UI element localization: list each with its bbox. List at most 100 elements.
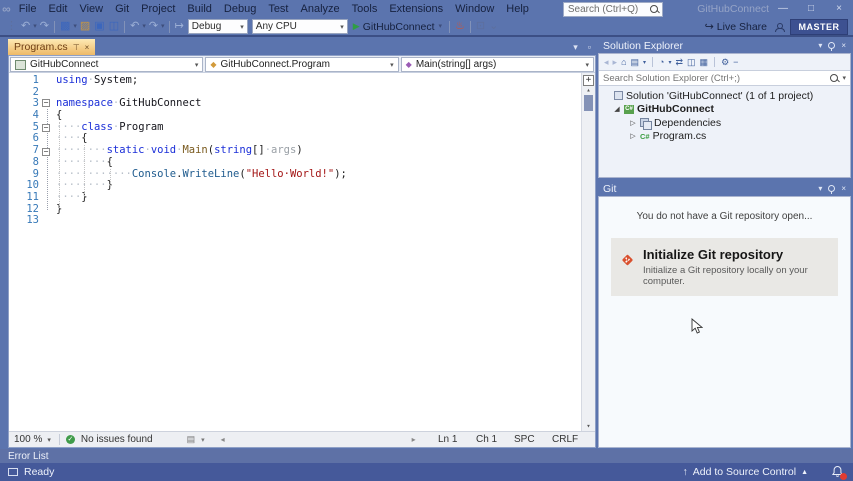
breadcrumb-dropdown[interactable]: GitHubConnect▾: [10, 57, 203, 72]
redo-icon[interactable]: ↷: [147, 18, 160, 35]
undo-icon[interactable]: ↶: [128, 18, 141, 35]
branch-master-button[interactable]: MASTER: [790, 19, 848, 35]
chevron-down-icon[interactable]: ▾: [201, 436, 205, 444]
home-icon[interactable]: ⌂: [621, 57, 626, 67]
menu-item-test[interactable]: Test: [262, 0, 294, 18]
pin-icon[interactable]: [828, 42, 835, 49]
collapse-all-icon[interactable]: −: [733, 57, 738, 67]
toolbar-overflow-icon[interactable]: ⌄: [487, 18, 500, 35]
scroll-up-icon[interactable]: ▴: [586, 86, 590, 95]
menu-item-extensions[interactable]: Extensions: [383, 0, 449, 18]
forward-icon[interactable]: ▸: [613, 57, 618, 68]
add-to-source-control-button[interactable]: Add to Source Control: [693, 466, 796, 478]
show-all-files-icon[interactable]: ▦: [700, 57, 709, 68]
navigate-forward-icon[interactable]: ↷: [38, 18, 51, 35]
menu-item-file[interactable]: File: [13, 0, 43, 18]
collapse-region-icon[interactable]: −: [42, 124, 50, 132]
scroll-down-icon[interactable]: ▾: [586, 422, 590, 431]
caret-icon[interactable]: ▾: [160, 18, 166, 35]
navigate-backward-icon[interactable]: ↶: [19, 18, 32, 35]
menu-item-git[interactable]: Git: [109, 0, 135, 18]
expander-collapsed-icon[interactable]: ▷: [629, 132, 637, 140]
platform-dropdown[interactable]: Any CPU ▾: [252, 19, 348, 34]
expander-expanded-icon[interactable]: ◢: [613, 105, 621, 113]
switch-views-icon[interactable]: ▤: [631, 57, 640, 68]
tab-program-cs[interactable]: Program.cs ⊤ ×: [8, 39, 95, 55]
scroll-left-icon[interactable]: ◂: [221, 435, 225, 444]
vertical-scrollbar[interactable]: + ▴ ▾: [581, 73, 595, 431]
menu-item-help[interactable]: Help: [500, 0, 535, 18]
close-tab-icon[interactable]: ×: [85, 43, 90, 52]
chevron-up-icon[interactable]: ▲: [801, 469, 808, 476]
tree-item-githubconnect[interactable]: ◢C#GitHubConnect: [599, 103, 850, 117]
minimize-button[interactable]: —: [769, 0, 797, 18]
scroll-right-icon[interactable]: ▸: [412, 435, 416, 444]
pending-changes-filter-icon[interactable]: ◔: [659, 57, 664, 67]
close-icon[interactable]: ×: [841, 184, 846, 193]
window-position-icon[interactable]: ▾: [818, 41, 822, 50]
collapse-region-icon[interactable]: −: [42, 99, 50, 107]
pin-tab-icon[interactable]: ⊤: [73, 43, 80, 52]
collapse-region-icon[interactable]: −: [42, 148, 50, 156]
error-list-bar[interactable]: Error List: [0, 449, 853, 463]
play-icon: ▶: [353, 21, 360, 32]
tree-item-program-cs[interactable]: ▷C#Program.cs: [599, 130, 850, 144]
close-button[interactable]: ×: [825, 0, 853, 18]
open-folder-icon[interactable]: ▨: [78, 18, 92, 35]
preview-selected-items-icon[interactable]: ◫: [687, 57, 696, 68]
issues-status-label[interactable]: No issues found: [81, 434, 153, 445]
caret-icon[interactable]: ▾: [668, 59, 671, 66]
save-all-icon[interactable]: ◫: [107, 18, 121, 35]
menu-item-edit[interactable]: Edit: [42, 0, 73, 18]
chevron-down-icon: ▾: [47, 436, 51, 444]
breadcrumb-dropdown[interactable]: ◆GitHubConnect.Program▾: [205, 57, 398, 72]
configuration-dropdown[interactable]: Debug ▾: [188, 19, 248, 34]
code-editor[interactable]: 12345678910111213 −−− using·System;names…: [9, 73, 595, 431]
document-health-icon[interactable]: ▤: [187, 434, 196, 445]
split-window-handle[interactable]: +: [583, 75, 594, 86]
caret-icon[interactable]: ▾: [643, 59, 646, 66]
save-icon[interactable]: ▣: [92, 18, 106, 35]
back-icon[interactable]: ◂: [604, 57, 609, 68]
search-icon[interactable]: [650, 5, 658, 13]
menu-item-build[interactable]: Build: [181, 0, 217, 18]
notifications-bell-icon[interactable]: [831, 465, 845, 479]
menu-item-debug[interactable]: Debug: [218, 0, 262, 18]
hot-reload-icon[interactable]: ♨: [453, 18, 467, 35]
menu-item-analyze[interactable]: Analyze: [295, 0, 346, 18]
git-panel-title-bar[interactable]: Git ▾ ×: [598, 181, 851, 196]
menu-item-project[interactable]: Project: [135, 0, 181, 18]
properties-icon[interactable]: ⚙: [721, 57, 729, 68]
csharp-project-icon: C#: [624, 105, 634, 114]
new-project-icon[interactable]: ▩: [58, 18, 72, 35]
float-window-icon[interactable]: ▫: [583, 39, 596, 55]
scrollbar-thumb[interactable]: [584, 95, 593, 111]
maximize-button[interactable]: □: [797, 0, 825, 18]
window-position-icon[interactable]: ▾: [818, 184, 822, 193]
live-share-button[interactable]: ↪ Live Share: [705, 20, 767, 33]
menu-item-view[interactable]: View: [73, 0, 109, 18]
menu-item-tools[interactable]: Tools: [346, 0, 384, 18]
sync-with-active-document-icon[interactable]: ⇄: [675, 57, 683, 68]
pin-icon[interactable]: [828, 185, 835, 192]
solution-explorer-title-bar[interactable]: Solution Explorer ▾ ×: [598, 38, 851, 53]
tree-item-solution-githubconnect-1-of-1-[interactable]: Solution 'GitHubConnect' (1 of 1 project…: [599, 89, 850, 103]
solution-search-input[interactable]: Search Solution Explorer (Ctrl+;) ▾: [599, 70, 850, 86]
solution-explorer-body: ◂▸⌂▤▾◔▾⇄◫▦⚙− Search Solution Explorer (C…: [598, 53, 851, 178]
start-without-debug-icon[interactable]: ↦: [173, 18, 186, 35]
status-bar: Ready ↑ Add to Source Control ▲: [0, 463, 853, 481]
start-debugging-button[interactable]: ▶ GitHubConnect ▾: [353, 18, 443, 35]
menu-item-window[interactable]: Window: [449, 0, 500, 18]
sign-in-user-icon[interactable]: [774, 23, 783, 31]
window-list-icon[interactable]: ▾: [568, 39, 583, 55]
initialize-git-repository-button[interactable]: Initialize Git repository Initialize a G…: [611, 238, 838, 296]
toolbar-grip-icon[interactable]: ⋮: [4, 18, 19, 35]
close-icon[interactable]: ×: [841, 41, 846, 50]
expander-collapsed-icon[interactable]: ▷: [629, 119, 637, 127]
horizontal-scrollbar[interactable]: ◂ ▸: [221, 435, 416, 444]
quick-search-input[interactable]: Search (Ctrl+Q): [563, 2, 663, 17]
zoom-level-dropdown[interactable]: 100 % ▾: [14, 434, 60, 445]
application-window-icon[interactable]: ⊡: [474, 18, 487, 35]
tree-item-dependencies[interactable]: ▷Dependencies: [599, 116, 850, 130]
breadcrumb-dropdown[interactable]: ◆Main(string[] args)▾: [401, 57, 594, 72]
